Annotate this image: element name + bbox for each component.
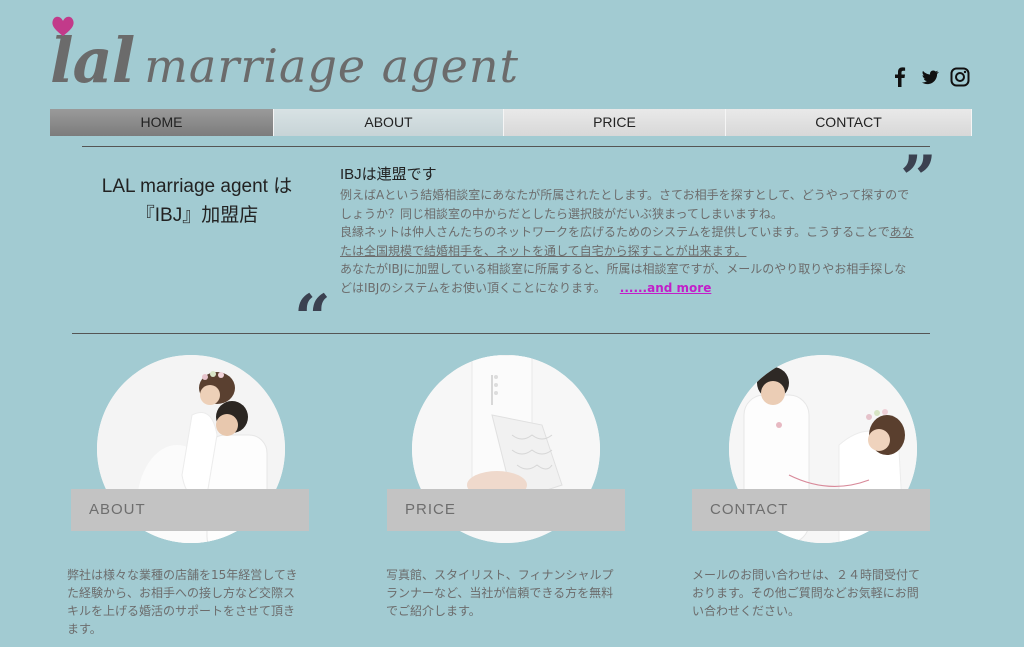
- instagram-icon[interactable]: [950, 66, 970, 88]
- and-more-link[interactable]: ......and more: [620, 281, 712, 295]
- ibj-description: 例えばAという結婚相談室にあなたが所属されたとします。さてお相手を探すとして、ど…: [340, 186, 918, 297]
- ibj-para2-start: 良縁ネットは仲人さんたちのネットワークを広げるためのシステムを提供しています。こ…: [340, 225, 890, 239]
- ibj-heading-line1: LAL marriage agent は: [101, 176, 293, 197]
- site-logo[interactable]: lal marriage agent: [50, 14, 570, 104]
- divider-top: [82, 146, 930, 147]
- heart-icon: [52, 16, 74, 36]
- contact-card-label[interactable]: CONTACT: [692, 489, 930, 531]
- ibj-heading-line2: 『IBJ』加盟店: [135, 205, 259, 226]
- nav-home[interactable]: HOME: [50, 109, 274, 136]
- main-nav: HOME ABOUT PRICE CONTACT: [50, 109, 972, 136]
- about-card-label[interactable]: ABOUT: [71, 489, 309, 531]
- ibj-title: IBJは連盟です: [340, 166, 437, 183]
- open-quote-icon: “: [294, 281, 331, 356]
- ibj-para1: 例えばAという結婚相談室にあなたが所属されたとします。さてお相手を探すとして、ど…: [340, 188, 910, 221]
- nav-price[interactable]: PRICE: [504, 109, 726, 136]
- price-card-text: 写真館、スタイリスト、フィナンシャルプランナーなど、当社が信頼できる方を無料でご…: [386, 568, 614, 618]
- facebook-icon[interactable]: [890, 66, 910, 88]
- price-card-label[interactable]: PRICE: [387, 489, 625, 531]
- divider-bottom: [72, 333, 930, 334]
- twitter-icon[interactable]: [920, 66, 940, 88]
- contact-card-text: メールのお問い合わせは、２４時間受付ております。その他ご質問などお気軽にお問い合…: [692, 568, 921, 618]
- ibj-member-heading: LAL marriage agent は 『IBJ』加盟店: [84, 172, 310, 230]
- logo-marriage-agent-text: marriage agent: [144, 39, 519, 93]
- nav-contact[interactable]: CONTACT: [726, 109, 972, 136]
- about-card-text: 弊社は様々な業種の店舗を15年経営してきた経験から、お相手への接し方など交際スキ…: [67, 568, 298, 636]
- social-links: [890, 66, 970, 88]
- nav-about[interactable]: ABOUT: [274, 109, 504, 136]
